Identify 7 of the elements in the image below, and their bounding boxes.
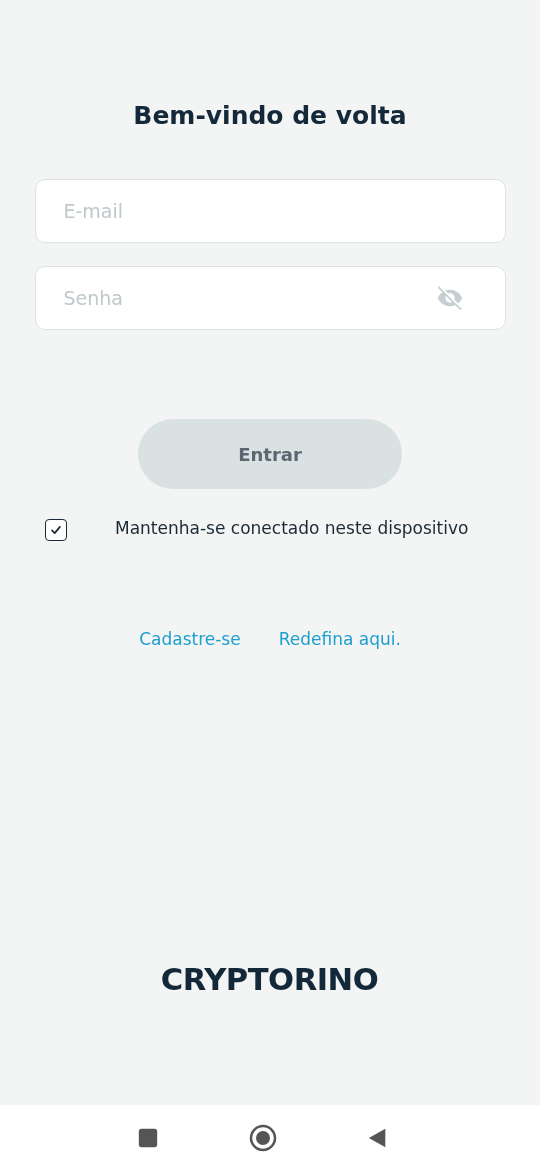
link[interactable]: Redefina aqui. — [278, 629, 401, 649]
page-title: Bem-vindo de volta — [133, 100, 407, 132]
email-field[interactable]: E-mail — [34, 179, 506, 243]
password-field[interactable]: Senha — [34, 266, 506, 330]
link[interactable]: Cadastre-se — [139, 629, 241, 649]
remember-label: Mantenha-se conectado neste dispositivo — [115, 518, 469, 538]
logo: CRYPTORINO — [161, 962, 379, 997]
